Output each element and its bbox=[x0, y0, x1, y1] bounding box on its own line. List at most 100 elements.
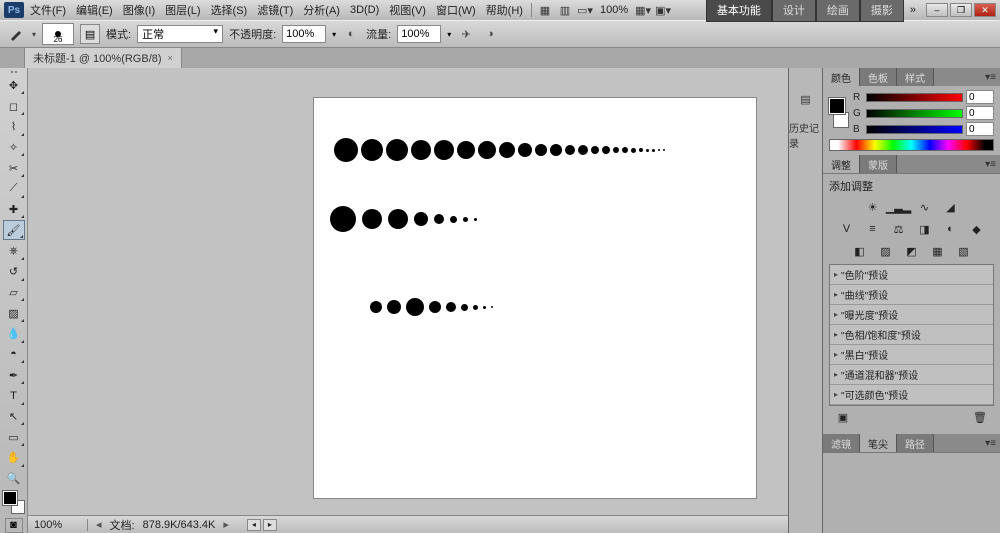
vibrance-icon[interactable]: V bbox=[837, 220, 857, 238]
toolbox-grip[interactable] bbox=[5, 70, 23, 75]
window-restore[interactable]: ❐ bbox=[950, 3, 972, 17]
menu-image[interactable]: 图像(I) bbox=[119, 0, 159, 20]
panel-menu-icon[interactable]: ▾≡ bbox=[981, 438, 1000, 449]
channel-mixer-icon[interactable]: ◆ bbox=[967, 220, 987, 238]
preset-selective-color[interactable]: "可选颜色"预设 bbox=[830, 385, 993, 405]
quick-mask-toggle[interactable]: ◙ bbox=[5, 518, 23, 533]
workspace-design[interactable]: 设计 bbox=[772, 0, 816, 22]
arrange-docs-icon[interactable]: ▦▾ bbox=[634, 2, 652, 18]
menu-window[interactable]: 窗口(W) bbox=[432, 0, 480, 20]
menu-analysis[interactable]: 分析(A) bbox=[299, 0, 344, 20]
posterize-icon[interactable]: ▨ bbox=[876, 242, 896, 260]
opacity-input[interactable]: 100% bbox=[282, 25, 326, 43]
preset-channel-mixer[interactable]: "通道混和器"预设 bbox=[830, 365, 993, 385]
blend-mode-select[interactable]: 正常 bbox=[137, 25, 223, 43]
eyedropper-tool[interactable]: ⟋ bbox=[3, 179, 25, 199]
foreground-swatch[interactable] bbox=[3, 491, 17, 505]
invert-icon[interactable]: ◧ bbox=[850, 242, 870, 260]
color-spectrum[interactable] bbox=[829, 139, 994, 151]
bridge-icon[interactable]: ▦ bbox=[536, 2, 554, 18]
panel-menu-icon[interactable]: ▾≡ bbox=[981, 159, 1000, 170]
blur-tool[interactable]: 💧 bbox=[3, 324, 25, 344]
curves-icon[interactable]: ∿ bbox=[915, 198, 935, 216]
lasso-tool[interactable]: ⌇ bbox=[3, 117, 25, 137]
gradient-map-icon[interactable]: ▦ bbox=[928, 242, 948, 260]
hand-tool[interactable]: ✋ bbox=[3, 448, 25, 468]
panel-menu-icon[interactable]: ▾≡ bbox=[981, 72, 1000, 83]
window-minimize[interactable]: – bbox=[926, 3, 948, 17]
history-panel-label[interactable]: 历史记录 bbox=[789, 120, 822, 150]
g-value[interactable]: 0 bbox=[966, 106, 994, 120]
adjust-clip-icon[interactable]: ▣ bbox=[833, 408, 853, 426]
menu-view[interactable]: 视图(V) bbox=[385, 0, 430, 20]
move-tool[interactable]: ✥ bbox=[3, 76, 25, 96]
preset-levels[interactable]: "色阶"预设 bbox=[830, 265, 993, 285]
menu-help[interactable]: 帮助(H) bbox=[482, 0, 527, 20]
pen-tool[interactable]: ✒ bbox=[3, 365, 25, 385]
zoom-tool[interactable]: 🔍 bbox=[3, 469, 25, 489]
tablet-opacity-icon[interactable]: ◐ bbox=[342, 25, 360, 43]
shape-tool[interactable]: ▭ bbox=[3, 427, 25, 447]
heal-tool[interactable]: ✚ bbox=[3, 200, 25, 220]
preset-exposure[interactable]: "曝光度"预设 bbox=[830, 305, 993, 325]
status-zoom[interactable]: 100% bbox=[34, 519, 88, 531]
selective-color-icon[interactable]: ▧ bbox=[954, 242, 974, 260]
menu-edit[interactable]: 编辑(E) bbox=[72, 0, 117, 20]
photo-filter-icon[interactable]: ◐ bbox=[941, 220, 961, 238]
brush-panel-toggle[interactable]: ▤ bbox=[80, 24, 100, 44]
h-scrollbar[interactable]: ◂▸ bbox=[247, 519, 277, 531]
document-tab[interactable]: 未标题-1 @ 100%(RGB/8) × bbox=[24, 47, 182, 68]
tab-paths[interactable]: 路径 bbox=[897, 434, 934, 453]
bw-icon[interactable]: ◨ bbox=[915, 220, 935, 238]
window-close[interactable]: ✕ bbox=[974, 3, 996, 17]
marquee-tool[interactable]: ◻ bbox=[3, 96, 25, 116]
tab-color[interactable]: 颜色 bbox=[823, 68, 860, 87]
preset-curves[interactable]: "曲线"预设 bbox=[830, 285, 993, 305]
tab-filter[interactable]: 滤镜 bbox=[823, 434, 860, 453]
brush-preset-picker[interactable]: 26 bbox=[42, 23, 74, 45]
airbrush-icon[interactable]: ✈ bbox=[457, 25, 475, 43]
screen-mode-icon[interactable]: ▣▾ bbox=[654, 2, 672, 18]
b-value[interactable]: 0 bbox=[966, 122, 994, 136]
preset-hue-sat[interactable]: "色相/饱和度"预设 bbox=[830, 325, 993, 345]
view-extras-icon[interactable]: ▭▾ bbox=[576, 2, 594, 18]
workspace-photo[interactable]: 摄影 bbox=[860, 0, 904, 22]
type-tool[interactable]: T bbox=[3, 386, 25, 406]
preset-bw[interactable]: "黑白"预设 bbox=[830, 345, 993, 365]
crop-tool[interactable]: ✂ bbox=[3, 158, 25, 178]
hue-sat-icon[interactable]: ≡ bbox=[863, 220, 883, 238]
stamp-tool[interactable]: ⎈ bbox=[3, 241, 25, 261]
chevron-down-icon[interactable]: ▾ bbox=[447, 30, 451, 39]
tab-adjustments[interactable]: 调整 bbox=[823, 155, 860, 174]
g-slider[interactable] bbox=[866, 109, 963, 118]
history-brush-tool[interactable]: ↺ bbox=[3, 262, 25, 282]
history-panel-icon[interactable]: ▤ bbox=[793, 88, 819, 110]
close-icon[interactable]: × bbox=[168, 53, 173, 63]
zoom-level[interactable]: 100% bbox=[596, 4, 632, 16]
document-canvas[interactable] bbox=[314, 98, 756, 498]
workspace-essentials[interactable]: 基本功能 bbox=[706, 0, 772, 22]
chevron-down-icon[interactable]: ▾ bbox=[332, 30, 336, 39]
chevron-down-icon[interactable]: ▾ bbox=[32, 30, 36, 39]
menu-3d[interactable]: 3D(D) bbox=[346, 2, 383, 18]
color-balance-icon[interactable]: ⚖ bbox=[889, 220, 909, 238]
chevron-right-icon[interactable]: ▸ bbox=[223, 518, 229, 531]
panel-color-swatches[interactable] bbox=[829, 98, 849, 128]
color-swatches[interactable] bbox=[3, 491, 25, 513]
tab-swatches[interactable]: 色板 bbox=[860, 68, 897, 87]
exposure-icon[interactable]: ◢ bbox=[941, 198, 961, 216]
tab-masks[interactable]: 蒙版 bbox=[860, 155, 897, 174]
r-slider[interactable] bbox=[866, 93, 963, 102]
brush-tool[interactable]: 🖌 bbox=[3, 220, 25, 240]
dodge-tool[interactable]: ◓ bbox=[3, 345, 25, 365]
threshold-icon[interactable]: ◩ bbox=[902, 242, 922, 260]
workspace-painting[interactable]: 绘画 bbox=[816, 0, 860, 22]
panel-foreground-swatch[interactable] bbox=[829, 98, 845, 114]
path-select-tool[interactable]: ↖ bbox=[3, 407, 25, 427]
chevron-left-icon[interactable]: ◂ bbox=[96, 518, 102, 531]
tablet-size-icon[interactable]: ◑ bbox=[481, 25, 499, 43]
eraser-tool[interactable]: ▱ bbox=[3, 283, 25, 303]
brightness-contrast-icon[interactable]: ☀ bbox=[863, 198, 883, 216]
adjust-trash-icon[interactable]: 🗑 bbox=[970, 408, 990, 426]
b-slider[interactable] bbox=[866, 125, 963, 134]
